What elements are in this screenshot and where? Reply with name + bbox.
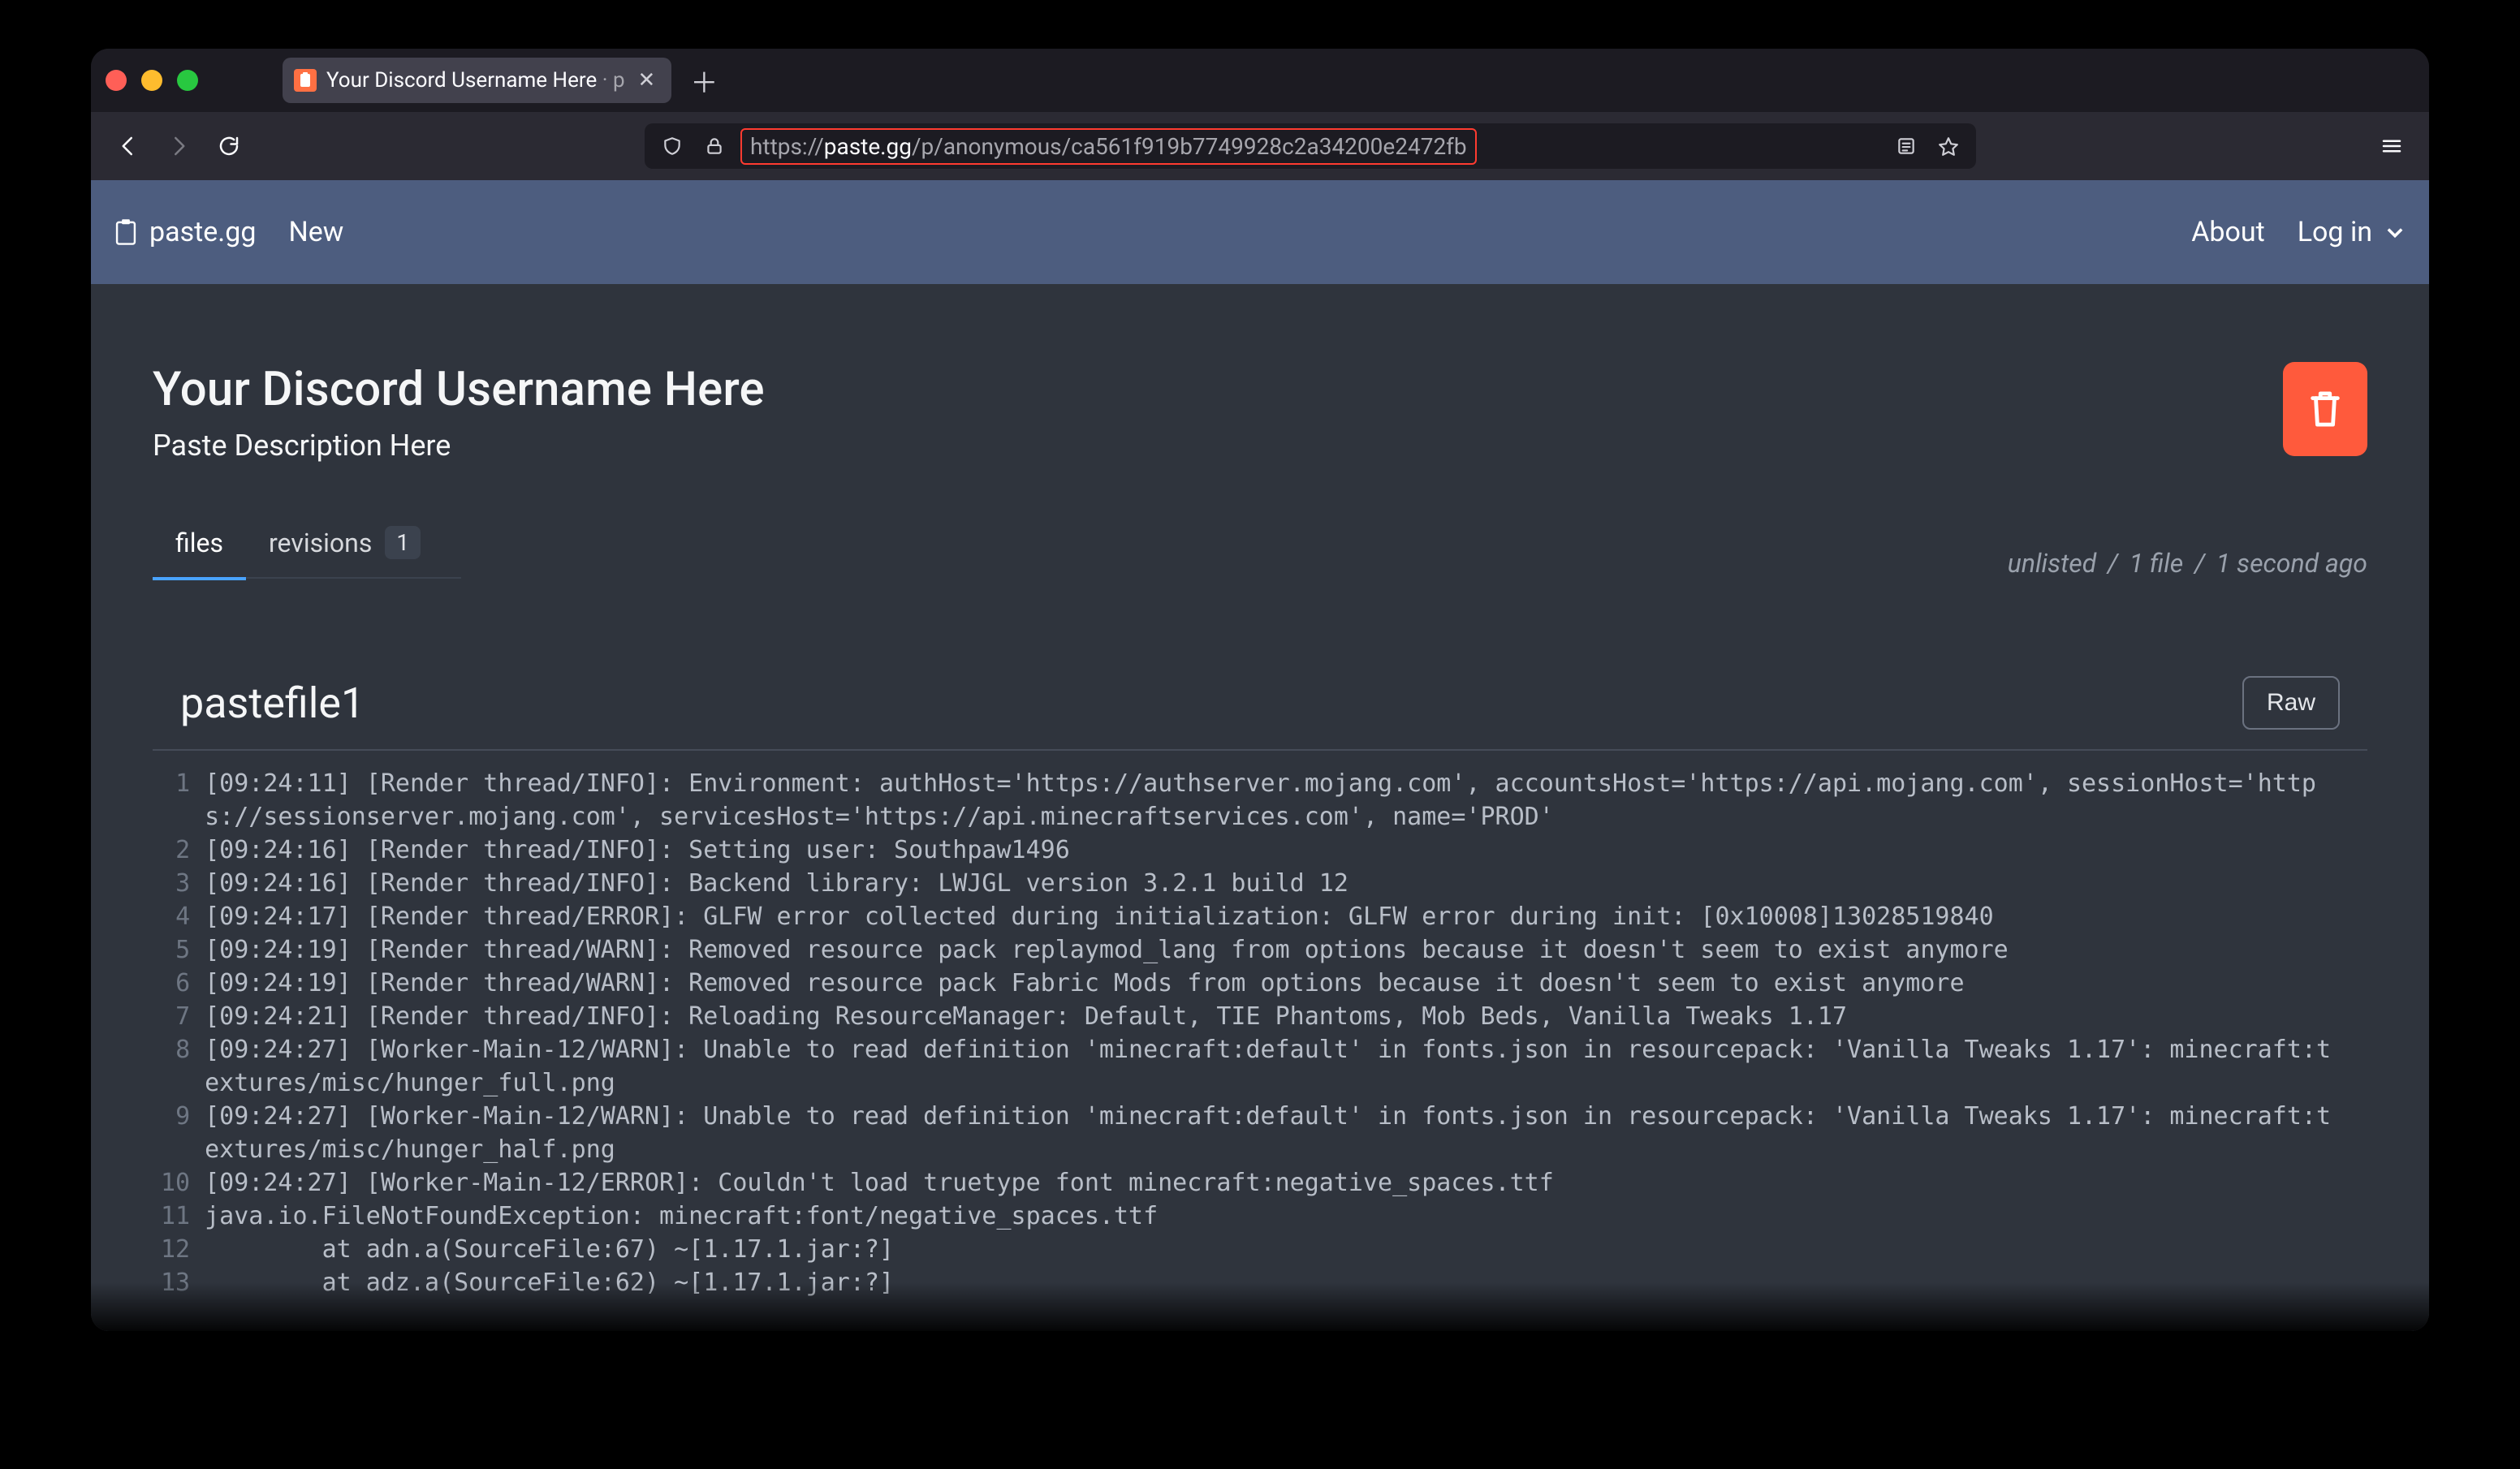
file-name: pastefile1 <box>180 678 365 728</box>
line-numbers: 1 2 3 4 5 6 7 8 9 10 11 12 13 <box>153 767 205 1299</box>
code-lines: [09:24:11] [Render thread/INFO]: Environ… <box>205 767 2367 1299</box>
page-content: paste.gg New About Log in Your Discord U… <box>91 180 2429 1331</box>
revisions-count-badge: 1 <box>385 526 421 559</box>
browser-window: Your Discord Username Here · p ✕ ＋ <box>91 49 2429 1331</box>
tab-files-label: files <box>175 528 223 558</box>
app-menu-button[interactable] <box>2372 127 2411 166</box>
code-line: [09:24:19] [Render thread/WARN]: Removed… <box>205 969 1964 997</box>
bookmark-star-icon[interactable] <box>1932 130 1965 162</box>
brand-link[interactable]: paste.gg <box>114 216 256 248</box>
code-line: [09:24:16] [Render thread/INFO]: Setting… <box>205 836 1070 864</box>
nav-login-label: Log in <box>2298 216 2372 248</box>
url-highlight-box: https://paste.gg/p/anonymous/ca561f919b7… <box>740 128 1477 165</box>
code-line: [09:24:19] [Render thread/WARN]: Removed… <box>205 936 2009 964</box>
window-minimize-button[interactable] <box>141 70 162 91</box>
site-nav: paste.gg New About Log in <box>91 180 2429 284</box>
code-line: at adn.a(SourceFile:67) ~[1.17.1.jar:?] <box>205 1235 894 1264</box>
lock-icon <box>698 130 731 162</box>
back-button[interactable] <box>109 127 148 166</box>
reader-mode-icon[interactable] <box>1890 130 1922 162</box>
nav-login[interactable]: Log in <box>2298 216 2406 248</box>
code-line: [09:24:27] [Worker-Main-12/WARN]: Unable… <box>205 1102 2331 1164</box>
brand-text: paste.gg <box>149 216 256 248</box>
paste-title: Your Discord Username Here <box>153 362 765 417</box>
code-line: java.io.FileNotFoundException: minecraft… <box>205 1202 1158 1230</box>
code-line: [09:24:27] [Worker-Main-12/ERROR]: Could… <box>205 1169 1554 1197</box>
browser-tab[interactable]: Your Discord Username Here · p ✕ <box>283 58 671 103</box>
url-text: https://paste.gg/p/anonymous/ca561f919b7… <box>750 133 1467 160</box>
new-tab-button[interactable]: ＋ <box>688 64 720 97</box>
nav-new[interactable]: New <box>288 216 343 248</box>
tab-close-button[interactable]: ✕ <box>635 67 659 94</box>
reload-button[interactable] <box>209 127 248 166</box>
nav-about[interactable]: About <box>2191 216 2265 248</box>
browser-toolbar: https://paste.gg/p/anonymous/ca561f919b7… <box>91 112 2429 180</box>
raw-button[interactable]: Raw <box>2242 676 2340 730</box>
shield-icon <box>656 130 688 162</box>
forward-button[interactable] <box>159 127 198 166</box>
paste-description: Paste Description Here <box>153 429 765 463</box>
address-bar[interactable]: https://paste.gg/p/anonymous/ca561f919b7… <box>645 123 1976 169</box>
code-line: [09:24:27] [Worker-Main-12/WARN]: Unable… <box>205 1036 2331 1097</box>
code-view: 1 2 3 4 5 6 7 8 9 10 11 12 13 [09:24:11]… <box>153 751 2367 1299</box>
tab-files[interactable]: files <box>153 526 246 579</box>
tab-revisions[interactable]: revisions 1 <box>246 526 443 579</box>
trash-icon <box>2306 386 2344 432</box>
window-controls <box>106 70 198 91</box>
code-line: [09:24:11] [Render thread/INFO]: Environ… <box>205 769 2316 831</box>
code-line: [09:24:21] [Render thread/INFO]: Reloadi… <box>205 1002 1847 1031</box>
tab-revisions-label: revisions <box>269 528 372 558</box>
paste-tabs: files revisions 1 <box>153 526 461 579</box>
clipboard-icon <box>114 218 138 246</box>
file-block: pastefile1 Raw 1 2 3 4 5 6 7 8 9 10 11 1… <box>153 657 2367 1299</box>
code-line: [09:24:17] [Render thread/ERROR]: GLFW e… <box>205 903 1994 931</box>
tab-strip: Your Discord Username Here · p ✕ ＋ <box>91 49 2429 112</box>
paste-meta: unlisted / 1 file / 1 second ago <box>2008 548 2367 579</box>
delete-button[interactable] <box>2283 362 2367 456</box>
clipboard-icon <box>294 69 317 92</box>
code-line: at adz.a(SourceFile:62) ~[1.17.1.jar:?] <box>205 1269 894 1297</box>
window-close-button[interactable] <box>106 70 127 91</box>
window-zoom-button[interactable] <box>177 70 198 91</box>
code-line: [09:24:16] [Render thread/INFO]: Backend… <box>205 869 1348 898</box>
tab-title: Your Discord Username Here · p <box>326 68 625 93</box>
chevron-down-icon <box>2384 221 2406 243</box>
